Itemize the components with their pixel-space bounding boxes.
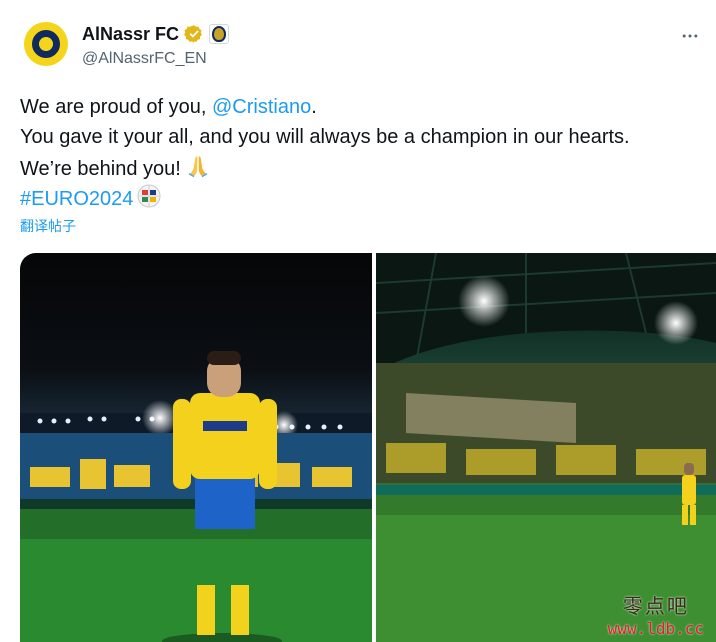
tweet-line-4: #EURO2024 bbox=[20, 184, 700, 214]
folded-hands-icon bbox=[188, 156, 208, 178]
author-avatar[interactable] bbox=[24, 22, 68, 66]
tweet-line-2: You gave it your all, and you will alway… bbox=[20, 126, 630, 148]
gold-verified-icon[interactable] bbox=[184, 24, 204, 44]
site-watermark: 零点吧 www.ldb.cc bbox=[608, 590, 704, 638]
tweet-header: AlNassr FC @AlNassrFC_EN bbox=[24, 22, 698, 72]
watermark-url-text: www.ldb.cc bbox=[607, 619, 704, 638]
mention-link[interactable]: @Cristiano bbox=[212, 96, 311, 118]
player-standing-illustration bbox=[20, 351, 372, 642]
author-display-name[interactable]: AlNassr FC bbox=[82, 24, 179, 45]
tweet-line-1-suffix: . bbox=[311, 96, 317, 118]
more-icon[interactable] bbox=[676, 22, 704, 50]
stadium-crowd-illustration bbox=[376, 253, 716, 642]
tweet-text: We are proud of you, @Cristiano. You gav… bbox=[20, 92, 700, 214]
media-grid bbox=[20, 253, 716, 642]
tweet-line-3-text: We’re behind you! bbox=[20, 158, 181, 180]
al-nassr-crest-icon bbox=[29, 27, 63, 61]
author-handle[interactable]: @AlNassrFC_EN bbox=[82, 50, 229, 68]
tweet-line-1-prefix: We are proud of you, bbox=[20, 96, 212, 118]
hashtag-link[interactable]: #EURO2024 bbox=[20, 188, 133, 210]
euro2024-hashflag-icon bbox=[137, 184, 161, 208]
tweet-line-1: We are proud of you, @Cristiano. bbox=[20, 92, 700, 122]
translate-post-link[interactable]: 翻译帖子 bbox=[20, 216, 76, 236]
author-name-row: AlNassr FC bbox=[82, 22, 230, 46]
more-dots-icon bbox=[682, 34, 698, 38]
affiliation-badge-icon[interactable] bbox=[209, 24, 230, 44]
author-info: AlNassr FC @AlNassrFC_EN bbox=[82, 22, 230, 68]
tweet-line-3: We’re behind you! bbox=[20, 152, 700, 184]
player-standing-photo[interactable] bbox=[20, 253, 372, 642]
stadium-crowd-photo[interactable] bbox=[376, 253, 716, 642]
watermark-cn-text: 零点吧 bbox=[622, 594, 689, 618]
